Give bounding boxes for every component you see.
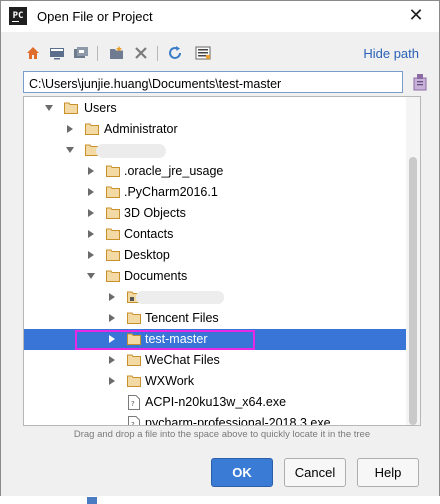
file-icon: ? [128,395,140,410]
tree-row[interactable]: Administrator [24,119,408,140]
show-hidden-icon[interactable] [193,43,213,63]
toolbar: Hide path [23,43,423,65]
tree-item-label: Documents [124,269,188,283]
folder-icon [106,249,120,261]
dialog-title: Open File or Project [37,9,153,24]
new-folder-icon[interactable] [107,43,127,63]
tree-row[interactable] [24,287,408,308]
collapsed-arrow-icon[interactable] [86,208,96,218]
pycharm-icon: PC [9,7,27,25]
svg-text:?: ? [131,421,135,426]
collapsed-arrow-icon[interactable] [65,124,75,134]
redacted-name [96,144,166,158]
collapsed-arrow-icon[interactable] [86,166,96,176]
folder-icon [106,228,120,240]
path-row [23,71,429,93]
tree-item-label: Users [84,101,117,115]
tree-item-label: WeChat Files [145,353,220,367]
collapsed-arrow-icon[interactable] [107,376,117,386]
open-file-dialog: PC Open File or Project ✕ Hide path C:\U… [0,0,440,504]
tree-row[interactable]: Desktop [24,245,408,266]
ok-button[interactable]: OK [211,458,273,487]
tree-item-label: ACPI-n20ku13w_x64.exe [145,395,287,409]
project-icon[interactable] [71,43,91,63]
tree-row[interactable]: Tencent Files [24,308,408,329]
tree-row[interactable]: Users [24,98,408,119]
collapsed-arrow-icon[interactable] [86,187,96,197]
close-button[interactable]: ✕ [393,1,439,32]
drag-drop-hint: Drag and drop a file into the space abov… [73,429,371,440]
folder-icon [106,207,120,219]
hide-path-link[interactable]: Hide path [363,46,419,61]
collapsed-arrow-icon[interactable] [107,355,117,365]
folder-icon [64,102,78,114]
folder-icon [106,165,120,177]
collapsed-arrow-icon[interactable] [107,313,117,323]
collapsed-arrow-icon[interactable] [86,229,96,239]
background-app-icon [87,497,97,504]
tree-item-label: Desktop [124,248,170,262]
collapsed-arrow-icon[interactable] [86,250,96,260]
folder-icon [127,375,141,387]
delete-icon[interactable] [131,43,151,63]
scrollbar-thumb[interactable] [409,157,417,425]
tree-row[interactable]: WeChat Files [24,350,408,371]
file-icon: ? [128,416,140,426]
tree-item-label: Contacts [124,227,174,241]
tree-row[interactable] [24,140,408,161]
tree-row[interactable]: WXWork [24,371,408,392]
tree-row[interactable]: Documents [24,266,408,287]
help-button[interactable]: Help [357,458,419,487]
path-history-icon[interactable] [411,72,429,92]
folder-icon [85,123,99,135]
file-tree[interactable]: Users Administrator .oracle_jre_usage .P… [23,96,421,426]
tree-row[interactable]: Contacts [24,224,408,245]
title-bar: PC Open File or Project ✕ [1,1,439,32]
tree-item-label: WXWork [145,374,195,388]
tree-item-label: .oracle_jre_usage [124,164,224,178]
highlight-annotation [75,330,255,350]
redacted-name [136,291,224,304]
vertical-scrollbar[interactable] [406,97,420,425]
expanded-arrow-icon[interactable] [44,103,54,113]
expanded-arrow-icon[interactable] [86,271,96,281]
refresh-icon[interactable] [165,43,185,63]
svg-text:?: ? [131,400,135,408]
tree-row[interactable]: ? pycharm-professional-2018.3.exe [24,413,408,426]
folder-icon [127,312,141,324]
tree-item-label: Administrator [104,122,178,136]
tree-item-label: .PyCharm2016.1 [124,185,218,199]
tree-item-label: Tencent Files [145,311,219,325]
path-input[interactable] [23,71,403,93]
tree-row[interactable]: ? ACPI-n20ku13w_x64.exe [24,392,408,413]
cancel-button[interactable]: Cancel [284,458,346,487]
home-icon[interactable] [23,43,43,63]
background-window-strip [0,496,440,504]
folder-icon [106,186,120,198]
tree-row[interactable]: 3D Objects [24,203,408,224]
expanded-arrow-icon[interactable] [65,145,75,155]
tree-item-label: 3D Objects [124,206,186,220]
tree-row[interactable]: .PyCharm2016.1 [24,182,408,203]
collapsed-arrow-icon[interactable] [107,292,117,302]
tree-row[interactable]: .oracle_jre_usage [24,161,408,182]
folder-icon [127,354,141,366]
desktop-icon[interactable] [47,43,67,63]
toolbar-separator [157,46,158,61]
folder-icon [106,270,120,282]
tree-item-label: pycharm-professional-2018.3.exe [145,416,331,426]
toolbar-separator [97,46,98,61]
